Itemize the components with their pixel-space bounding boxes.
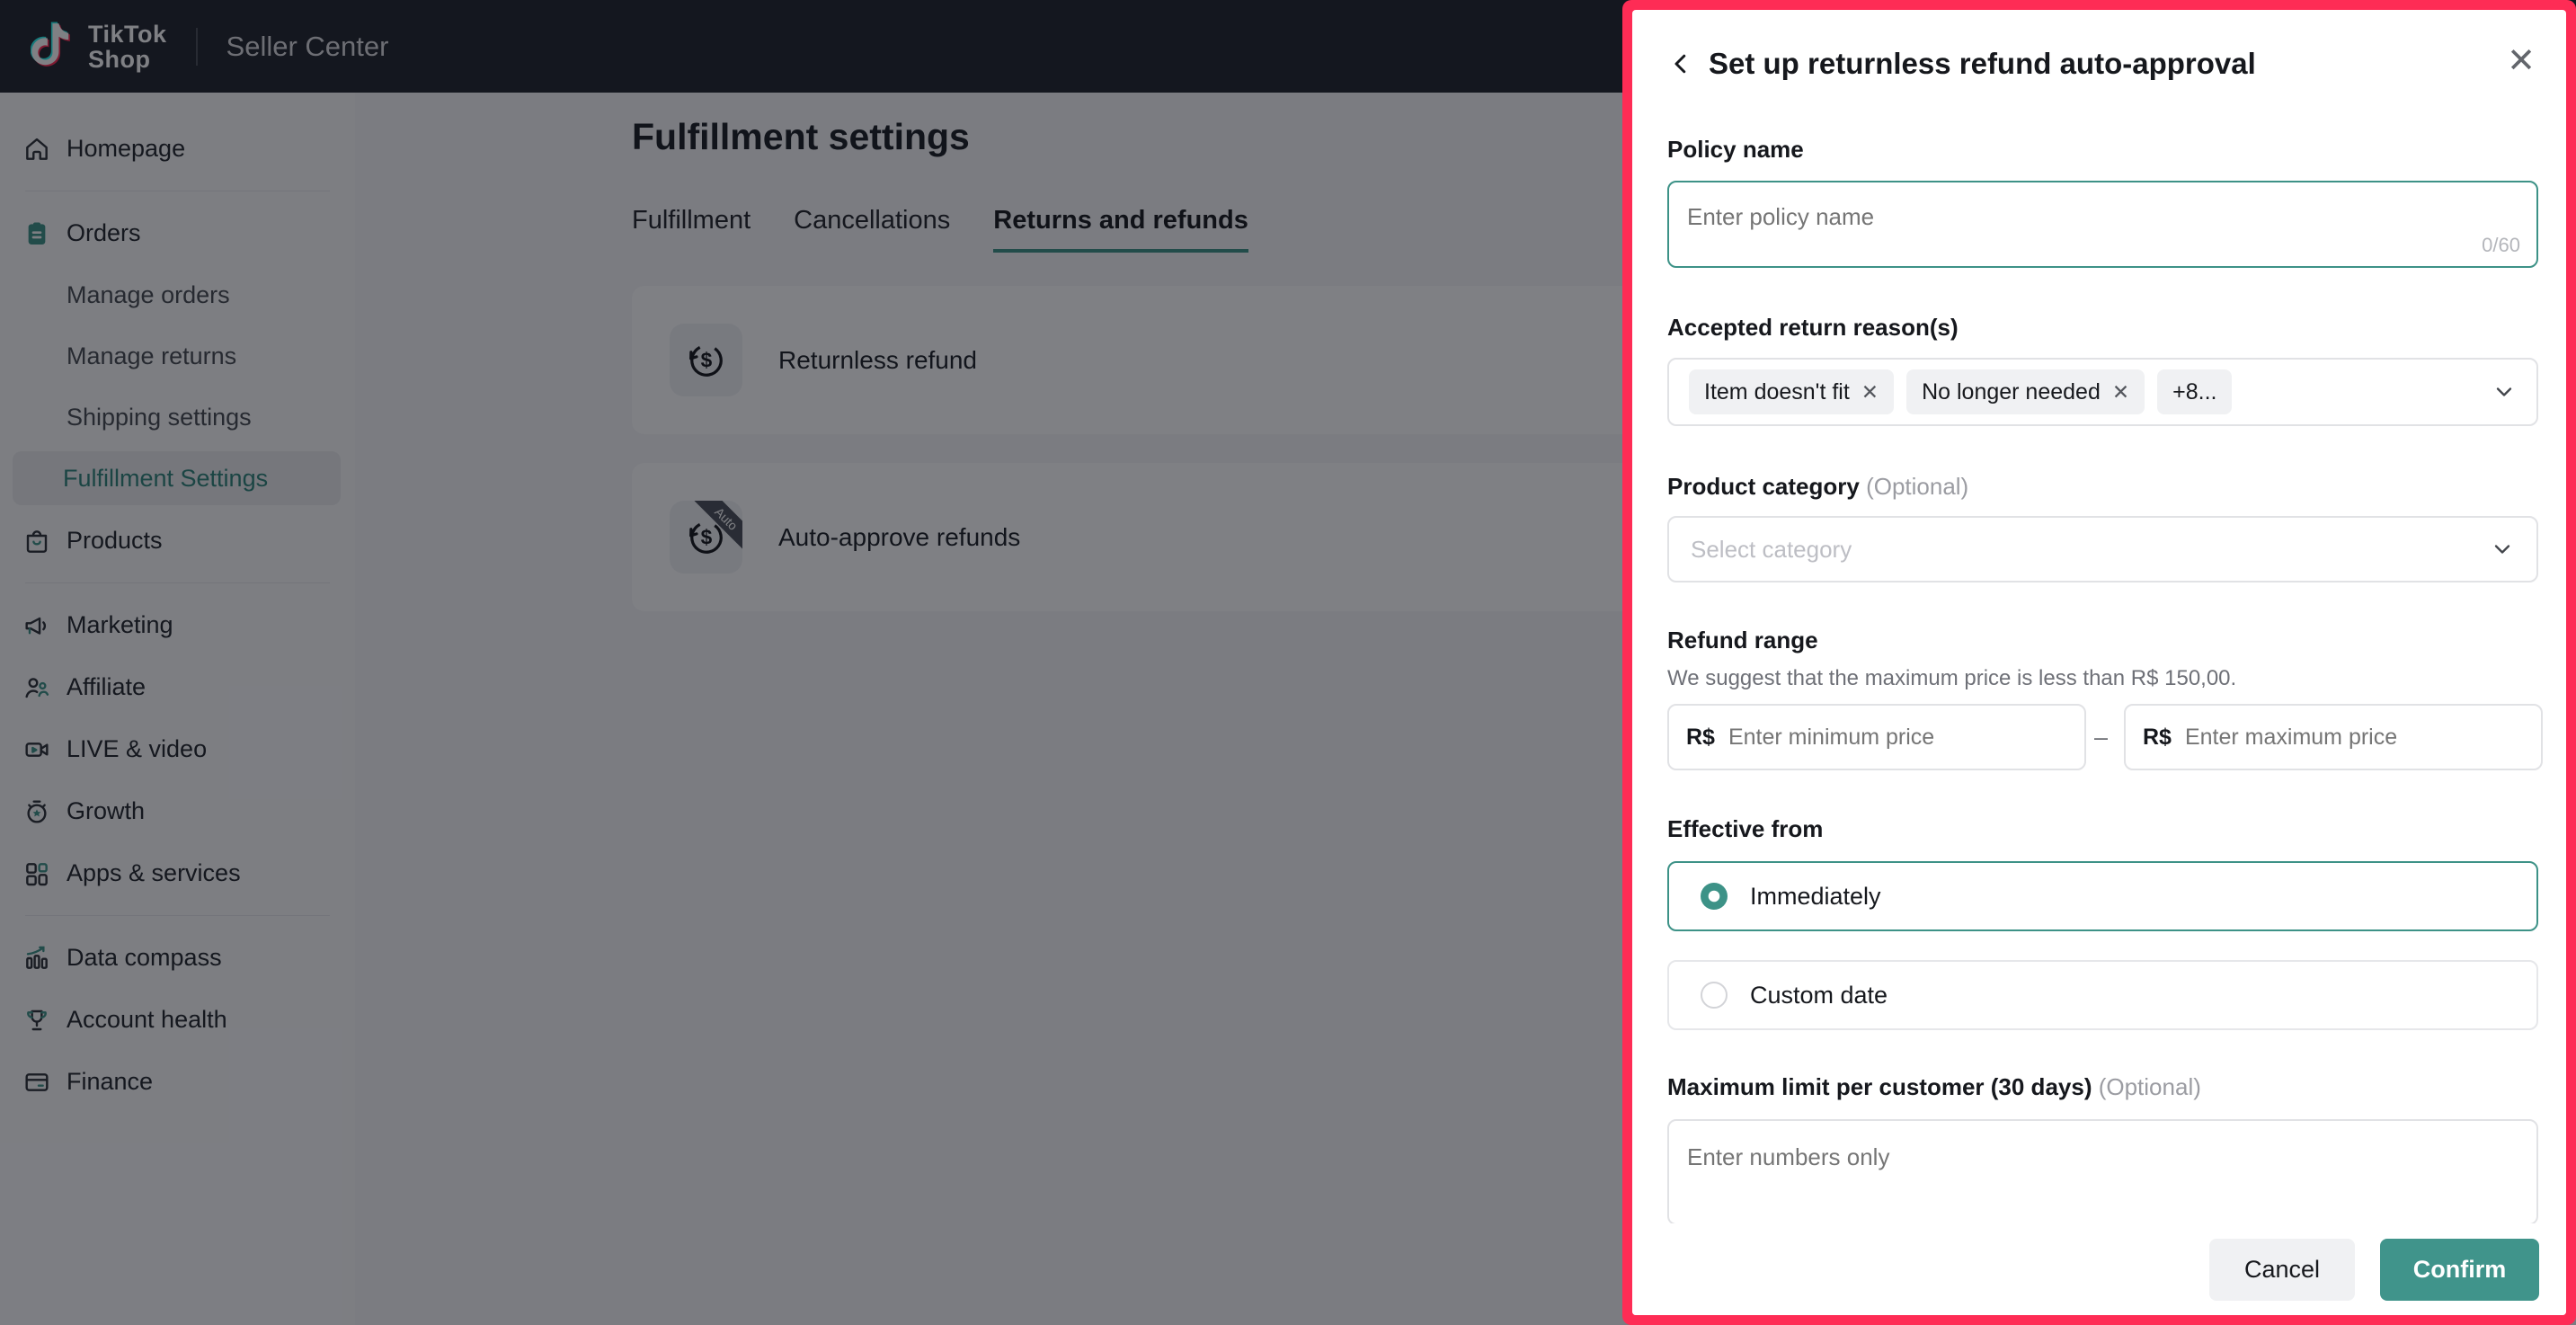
chevron-down-icon <box>2492 379 2517 405</box>
chip-remove-icon[interactable]: ✕ <box>1861 380 1879 405</box>
reason-chip-label: No longer needed <box>1922 378 2101 405</box>
max-price-input[interactable] <box>2184 724 2524 751</box>
product-category-label: Product category (Optional) <box>1667 473 1969 500</box>
optional-tag: (Optional) <box>2098 1073 2201 1100</box>
setup-returnless-refund-panel: Set up returnless refund auto-approval ✕… <box>1632 10 2566 1315</box>
reason-chip: No longer needed ✕ <box>1906 369 2145 414</box>
panel-title: Set up returnless refund auto-approval <box>1709 47 2256 80</box>
return-reasons-multiselect[interactable]: Item doesn't fit ✕ No longer needed ✕ +8… <box>1667 358 2538 426</box>
refund-range-label: Refund range <box>1667 627 1818 654</box>
return-reasons-label: Accepted return reason(s) <box>1667 314 1959 341</box>
effective-from-label: Effective from <box>1667 815 1824 842</box>
policy-name-input[interactable] <box>1687 197 2515 236</box>
panel-footer: Cancel Confirm <box>1632 1223 2566 1315</box>
chevron-down-icon <box>2490 537 2515 562</box>
radio-checked-icon[interactable] <box>1700 882 1728 911</box>
effective-option-custom-date[interactable]: Custom date <box>1667 960 2538 1030</box>
back-icon[interactable] <box>1667 50 1694 77</box>
max-limit-input[interactable] <box>1687 1137 2515 1177</box>
cancel-button[interactable]: Cancel <box>2209 1238 2355 1301</box>
min-price-input[interactable] <box>1728 724 2067 751</box>
currency-prefix: R$ <box>1686 724 1715 750</box>
reason-chip: Item doesn't fit ✕ <box>1689 369 1895 414</box>
effective-option-immediately[interactable]: Immediately <box>1667 861 2538 931</box>
refund-range-helper: We suggest that the maximum price is les… <box>1667 666 2237 690</box>
radio-unchecked-icon[interactable] <box>1700 981 1728 1009</box>
reason-chip-more: +8... <box>2157 369 2233 414</box>
product-category-select[interactable]: Select category <box>1667 516 2538 582</box>
currency-prefix: R$ <box>2143 724 2172 750</box>
policy-name-label: Policy name <box>1667 136 1804 163</box>
confirm-button[interactable]: Confirm <box>2380 1238 2539 1301</box>
max-limit-label: Maximum limit per customer (30 days) (Op… <box>1667 1073 2201 1100</box>
page: TikTok Shop Seller Center Homepage <box>0 0 2576 1325</box>
chip-remove-icon[interactable]: ✕ <box>2112 380 2129 405</box>
select-placeholder: Select category <box>1691 535 1852 563</box>
min-price-field: R$ <box>1667 704 2086 770</box>
option-label: Immediately <box>1750 882 1881 910</box>
reason-chip-label: Item doesn't fit <box>1704 378 1850 405</box>
panel-header: Set up returnless refund auto-approval <box>1667 47 2256 81</box>
max-price-field: R$ <box>2124 704 2543 770</box>
option-label: Custom date <box>1750 981 1888 1009</box>
range-separator: – <box>2094 724 2109 751</box>
max-limit-field <box>1667 1119 2538 1225</box>
close-icon[interactable]: ✕ <box>2507 44 2536 78</box>
char-counter: 0/60 <box>2482 234 2520 256</box>
optional-tag: (Optional) <box>1866 473 1969 500</box>
reason-chip-label: +8... <box>2172 378 2217 405</box>
policy-name-field: 0/60 <box>1667 181 2538 268</box>
annotation-highlight: Set up returnless refund auto-approval ✕… <box>1622 0 2576 1325</box>
